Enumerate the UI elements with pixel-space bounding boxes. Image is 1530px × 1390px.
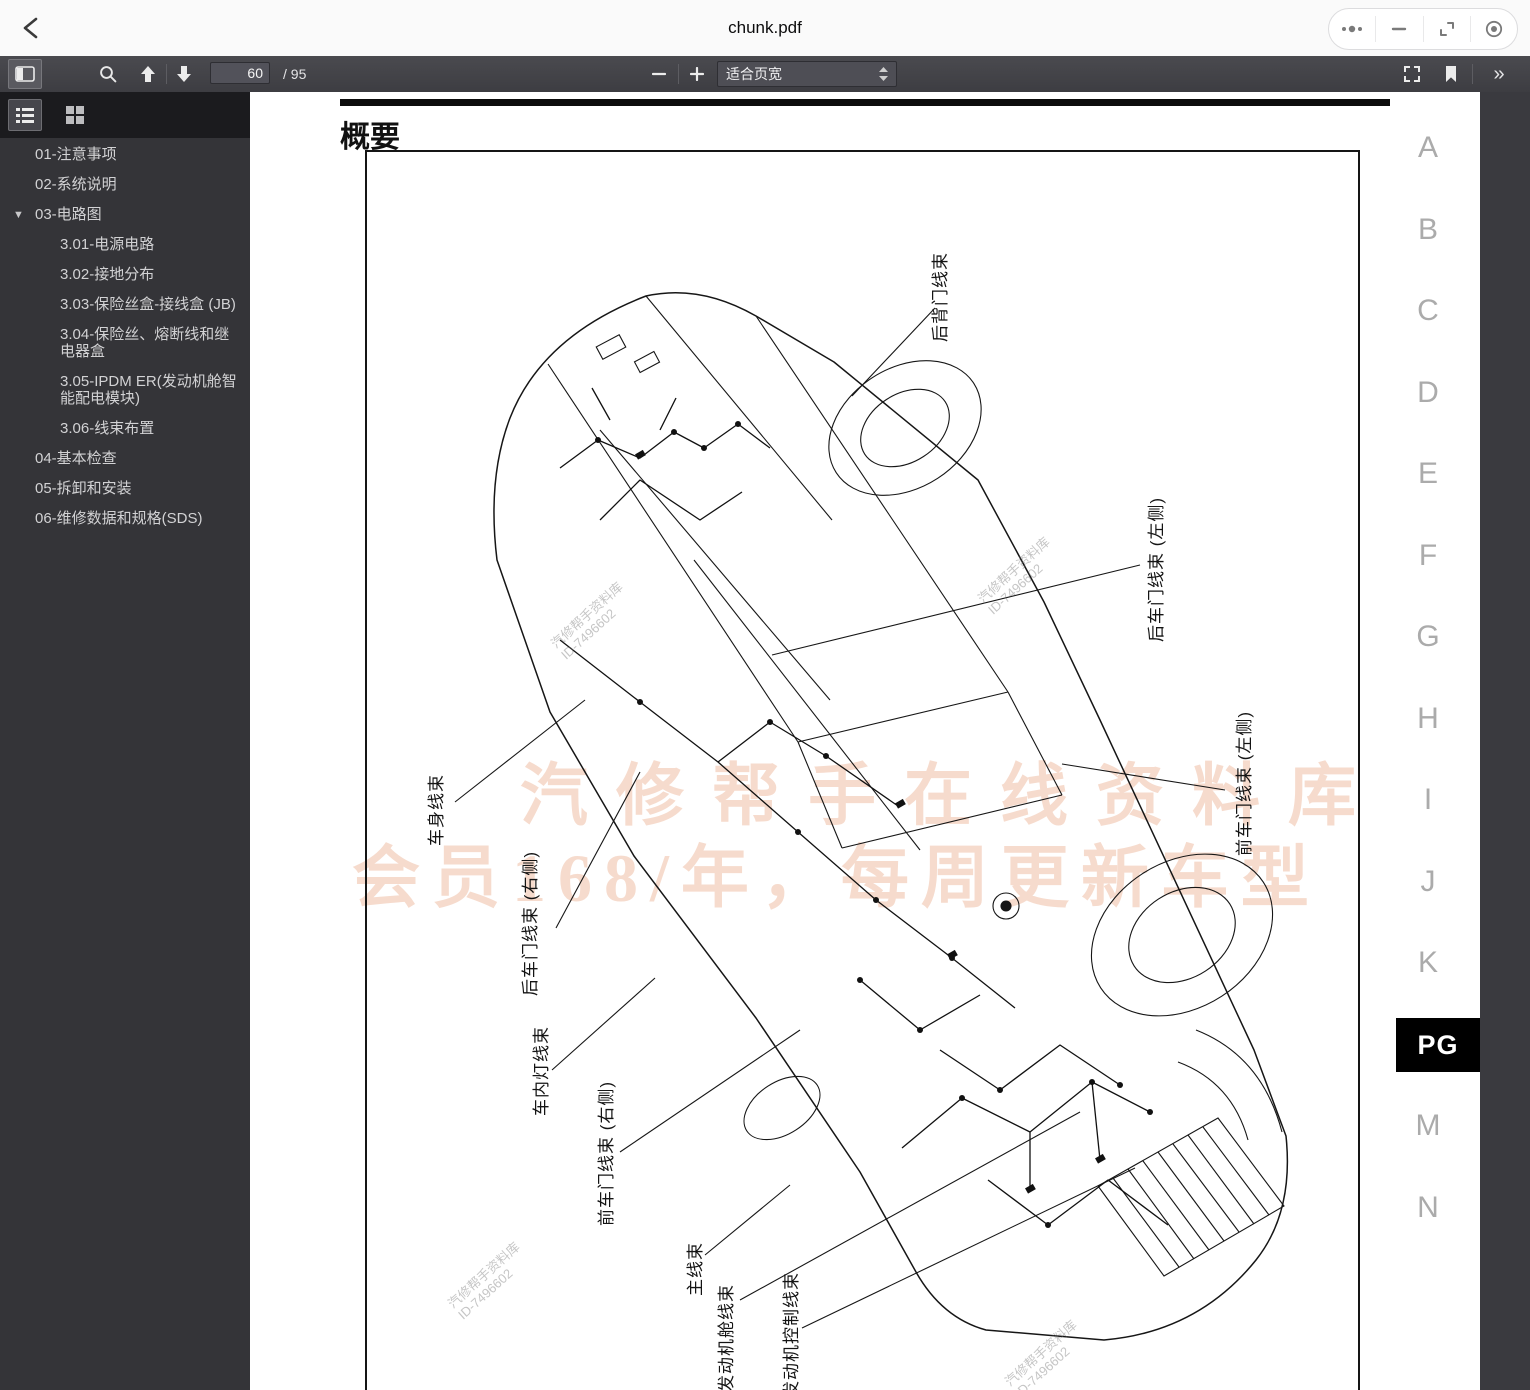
double-chevron-icon: » [1493,63,1505,85]
outline-view-button[interactable] [8,99,42,131]
zoom-out-button[interactable] [645,59,673,89]
zoom-mode-select[interactable]: 适合页宽 [717,61,897,87]
toc-item[interactable]: 02-系统说明 [0,176,250,193]
window-controls [1328,8,1518,50]
section-tab: N [1417,1190,1439,1224]
section-tab: E [1417,457,1438,490]
pdf-toolbar: / 95 适合页宽 [0,56,1530,93]
document-title: chunk.pdf [728,18,802,37]
section-tab: A [1417,131,1438,164]
search-button[interactable] [94,59,122,89]
toc-item[interactable]: 3.05-IPDM ER(发动机舱智能配电模块) [0,373,250,407]
expanded-triangle-icon[interactable]: ▼ [13,207,24,224]
toc-list: 01-注意事项 02-系统说明 ▼ 03-电路图 3.01-电源电路 3.02-接地分布 3… [0,146,250,540]
browser-titlebar: chunk.pdf [0,0,1530,57]
zoom-in-button[interactable] [683,59,711,89]
section-tab: G [1416,620,1440,653]
sidebar-view-switcher [0,92,250,138]
harness-label: 发动机舱线束 [717,1284,736,1390]
harness-label: 发动机控制线束 [782,1272,801,1390]
section-tab: D [1417,375,1439,409]
toc-item[interactable]: 04-基本检查 [0,450,250,467]
pdf-page: 概要 汽修帮手在线资料库 会员168/年，每周更新车型 后背门线束 后车门线束 … [250,92,1480,1390]
section-tab: I [1423,783,1433,816]
harness-label: 车内灯线束 [532,1026,551,1116]
section-tab: M [1415,1109,1441,1142]
harness-label: 车身线束 [427,774,446,846]
select-spinner-icon [879,67,888,81]
toc-item[interactable]: 3.01-电源电路 [0,236,250,253]
minimize-icon [1392,27,1407,31]
arrow-down-icon [177,66,191,82]
app-window: chunk.pdf 60 / 95 适合页宽 » 01-注意事项 02-系统说明… [0,0,1530,1390]
resize-icon [1439,22,1454,36]
harness-label: 主线束 [686,1242,705,1296]
sidebar-icon [15,66,35,82]
record-icon [1485,20,1502,38]
toolbar-more-button[interactable]: » [1486,59,1512,89]
toc-item[interactable]: 3.04-保险丝、熔断线和继电器盒 [0,326,250,360]
thumbnails-view-button[interactable] [58,99,92,131]
section-tab: C [1417,294,1439,327]
previous-page-button[interactable] [133,59,163,89]
section-tab: B [1417,212,1438,246]
car-harness-diagram [454,291,1289,1341]
section-tab: K [1417,946,1438,979]
toc-item[interactable]: 05-拆卸和安装 [0,480,250,497]
fullscreen-icon [1404,66,1420,82]
next-page-button[interactable] [169,59,199,89]
record-button[interactable] [1471,16,1517,42]
dots-icon [1342,25,1363,33]
section-tab: J [1420,864,1436,898]
resize-button[interactable] [1424,16,1471,42]
pdf-sidebar: 01-注意事项 02-系统说明 ▼ 03-电路图 3.01-电源电路 3.02-接地分布 3… [0,92,250,1390]
page-count-label: / 95 [283,66,307,82]
toc-item[interactable]: 06-维修数据和规格(SDS) [0,510,250,527]
bookmark-icon [1446,66,1456,82]
search-icon [100,66,117,83]
harness-label: 后车门线束 (左侧) [1147,496,1166,642]
arrow-up-icon [141,66,155,82]
minus-icon [652,72,666,76]
presentation-mode-button[interactable] [1399,59,1425,89]
harness-label: 前车门线束 (左侧) [1235,710,1254,856]
outline-list-icon [16,108,34,123]
toc-item[interactable]: 3.03-保险丝盒-接线盒 (JB) [0,296,250,313]
viewer-background [1480,92,1530,1390]
zoom-mode-label: 适合页宽 [726,66,782,82]
toc-item[interactable]: 3.06-线束布置 [0,420,250,437]
section-tab: H [1417,701,1439,735]
toc-item[interactable]: ▼ 03-电路图 [0,206,250,223]
section-tab-current: PG [1396,1017,1480,1072]
minimize-button[interactable] [1376,16,1424,42]
bookmark-button[interactable] [1438,59,1464,89]
thumbnails-grid-icon [66,106,84,124]
harness-label: 前车门线束 (右侧) [597,1080,616,1226]
section-tab: F [1418,538,1438,572]
page-number-input[interactable] [210,62,270,84]
toc-item[interactable]: 01-注意事项 [0,146,250,163]
toggle-sidebar-button[interactable] [8,59,42,89]
harness-label: 后车门线束 (右侧) [521,850,540,996]
more-options-button[interactable] [1329,16,1377,42]
harness-label: 后背门线束 [931,252,950,342]
section-rule [340,99,1390,106]
toc-item[interactable]: 3.02-接地分布 [0,266,250,283]
plus-icon [690,67,704,81]
